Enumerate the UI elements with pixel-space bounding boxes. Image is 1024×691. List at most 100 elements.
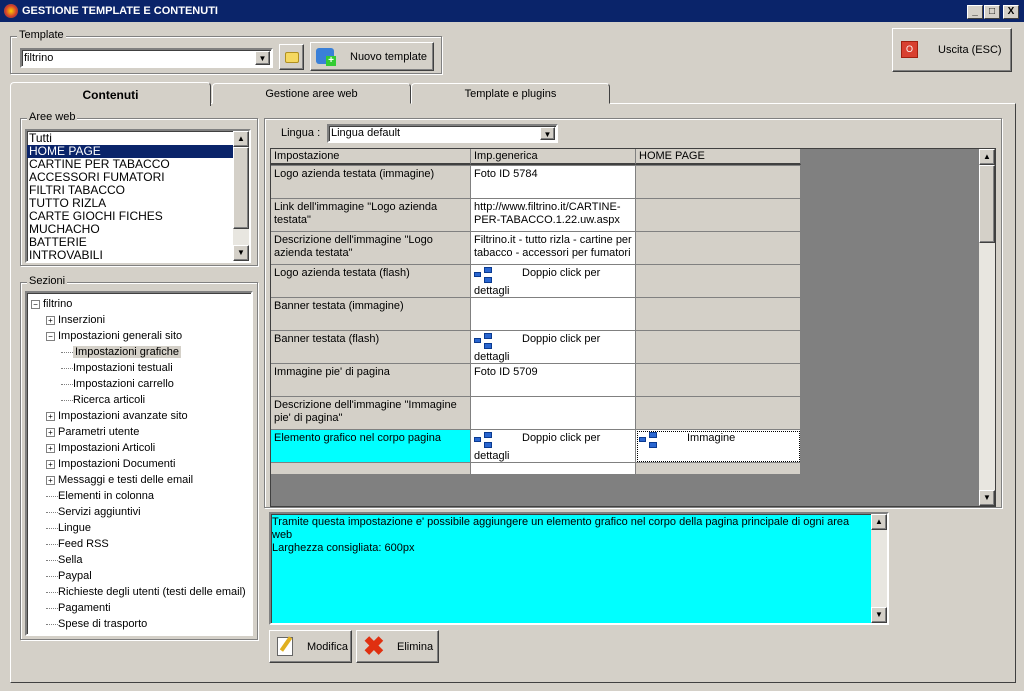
expand-icon[interactable]: +: [46, 443, 55, 453]
aree-web-item[interactable]: INTROVABILI: [27, 249, 249, 262]
grid-cell[interactable]: Foto ID 5784: [471, 166, 636, 199]
scroll-thumb[interactable]: [979, 165, 995, 243]
grid-cell[interactable]: Elemento grafico nel corpo pagina: [271, 430, 471, 463]
grid-cell[interactable]: [636, 298, 801, 331]
scroll-up-icon[interactable]: ▲: [979, 149, 995, 165]
grid-cell[interactable]: Doppio click per dettagli: [471, 265, 636, 298]
grid-cell[interactable]: [636, 166, 801, 199]
collapse-icon[interactable]: −: [46, 331, 55, 341]
grid-cell[interactable]: [636, 463, 801, 475]
scroll-up-icon[interactable]: ▲: [233, 131, 249, 147]
tree-node[interactable]: Richieste degli utenti (testi delle emai…: [46, 584, 246, 600]
sezioni-tree[interactable]: − filtrino + Inserzioni − Impostazioni genera…: [25, 291, 253, 636]
tree-node[interactable]: + Inserzioni: [46, 312, 105, 328]
grid-cell[interactable]: http://www.filtrino.it/CARTINE-PER-TABAC…: [471, 199, 636, 232]
tree-node[interactable]: Impostazioni testuali: [61, 360, 173, 376]
expand-icon[interactable]: +: [46, 411, 55, 421]
tree-node[interactable]: Ricerca articoli: [61, 392, 145, 408]
expand-icon[interactable]: +: [46, 427, 55, 437]
grid-cell[interactable]: Banner testata (flash): [271, 331, 471, 364]
grid-cell[interactable]: [471, 463, 636, 475]
new-template-button[interactable]: + Nuovo template: [310, 42, 434, 71]
grid-cell[interactable]: [271, 463, 471, 475]
tree-node[interactable]: Impostazioni grafiche: [61, 344, 181, 360]
grid-scrollbar[interactable]: ▲ ▼: [979, 149, 995, 506]
modifica-label: Modifica: [307, 641, 348, 653]
close-button[interactable]: X: [1003, 5, 1019, 19]
tree-node-label: Impostazioni generali sito: [58, 330, 183, 342]
column-header[interactable]: HOME PAGE: [636, 149, 801, 165]
scroll-thumb[interactable]: [233, 147, 249, 229]
grid-cell[interactable]: [636, 331, 801, 364]
tree-node[interactable]: + Parametri utente: [46, 424, 139, 440]
grid-cell[interactable]: [636, 397, 801, 430]
tree-line: [46, 575, 58, 577]
grid-cell[interactable]: [636, 232, 801, 265]
grid-cell[interactable]: Doppio click per dettagli: [471, 331, 636, 364]
grid-cell[interactable]: Logo azienda testata (flash): [271, 265, 471, 298]
tree-node-label: Richieste degli utenti (testi delle emai…: [58, 586, 246, 598]
exit-button[interactable]: O Uscita (ESC): [892, 28, 1012, 72]
open-folder-button[interactable]: [279, 44, 304, 70]
grid-cell[interactable]: Foto ID 5709: [471, 364, 636, 397]
grid-cell[interactable]: Immagine: [636, 430, 801, 463]
tree-node-label: Elementi in colonna: [58, 490, 155, 502]
template-combo[interactable]: filtrino ▼: [20, 48, 273, 68]
aree-scrollbar[interactable]: ▲ ▼: [233, 131, 249, 261]
grid-cell[interactable]: [636, 364, 801, 397]
grid-cell[interactable]: Doppio click per dettagli: [471, 430, 636, 463]
minimize-button[interactable]: _: [967, 5, 983, 19]
grid-cell[interactable]: [471, 397, 636, 430]
tree-node[interactable]: Impostazioni carrello: [61, 376, 174, 392]
scroll-down-icon[interactable]: ▼: [871, 607, 887, 623]
tab-gestione-aree-web[interactable]: Gestione aree web: [212, 83, 411, 104]
grid-cell[interactable]: Immagine pie' di pagina: [271, 364, 471, 397]
expand-icon[interactable]: +: [46, 459, 55, 469]
tree-node[interactable]: Feed RSS: [46, 536, 109, 552]
grid-cell[interactable]: [471, 298, 636, 331]
elimina-button[interactable]: ✖ Elimina: [356, 630, 439, 663]
tree-node[interactable]: Paypal: [46, 568, 92, 584]
tree-node[interactable]: + Impostazioni Articoli: [46, 440, 155, 456]
grid-cell[interactable]: Descrizione dell'immagine "Logo azienda …: [271, 232, 471, 265]
grid-cell[interactable]: [636, 199, 801, 232]
tab-contenuti[interactable]: Contenuti: [10, 82, 211, 106]
chevron-down-icon[interactable]: ▼: [540, 127, 555, 140]
description-textarea[interactable]: Tramite questa impostazione e' possibile…: [269, 512, 889, 625]
tree-node[interactable]: + Messaggi e testi delle email: [46, 472, 193, 488]
elimina-label: Elimina: [397, 641, 434, 653]
scroll-down-icon[interactable]: ▼: [979, 490, 995, 506]
tree-node-label: Messaggi e testi delle email: [58, 474, 194, 486]
grid-cell[interactable]: [636, 265, 801, 298]
tree-node[interactable]: − Impostazioni generali sito: [46, 328, 182, 344]
grid-cell[interactable]: Logo azienda testata (immagine): [271, 166, 471, 199]
tree-node-label: Sella: [58, 554, 83, 566]
expand-icon[interactable]: +: [46, 475, 55, 485]
lingua-combo[interactable]: Lingua default ▼: [327, 124, 558, 143]
chevron-down-icon[interactable]: ▼: [255, 51, 270, 65]
tree-node[interactable]: Servizi aggiuntivi: [46, 504, 141, 520]
grid-cell[interactable]: Descrizione dell'immagine "Immagine pie'…: [271, 397, 471, 430]
scroll-down-icon[interactable]: ▼: [233, 245, 249, 261]
tree-node[interactable]: Sella: [46, 552, 82, 568]
grid-cell[interactable]: Banner testata (immagine): [271, 298, 471, 331]
maximize-button[interactable]: □: [984, 5, 1000, 19]
collapse-icon[interactable]: −: [31, 299, 40, 309]
column-header[interactable]: Impostazione: [271, 149, 471, 165]
tree-node[interactable]: Spese di trasporto: [46, 616, 147, 632]
tree-node[interactable]: + Impostazioni Documenti: [46, 456, 175, 472]
scroll-up-icon[interactable]: ▲: [871, 514, 887, 530]
tree-node[interactable]: − filtrino: [31, 296, 72, 312]
modifica-button[interactable]: Modifica: [269, 630, 352, 663]
column-header[interactable]: Imp.generica: [471, 149, 636, 165]
grid-cell[interactable]: Link dell'immagine "Logo azienda testata…: [271, 199, 471, 232]
tab-template-plugins[interactable]: Template e plugins: [411, 83, 610, 104]
description-scrollbar[interactable]: ▲ ▼: [871, 514, 887, 623]
tree-node[interactable]: Lingue: [46, 520, 91, 536]
aree-web-list[interactable]: Tutti HOME PAGE CARTINE PER TABACCO ACCESSO…: [25, 129, 251, 263]
tree-node[interactable]: Elementi in colonna: [46, 488, 154, 504]
tree-node[interactable]: Pagamenti: [46, 600, 111, 616]
tree-node[interactable]: + Impostazioni avanzate sito: [46, 408, 188, 424]
expand-icon[interactable]: +: [46, 315, 55, 325]
grid-cell[interactable]: Filtrino.it - tutto rizla - cartine per …: [471, 232, 636, 265]
